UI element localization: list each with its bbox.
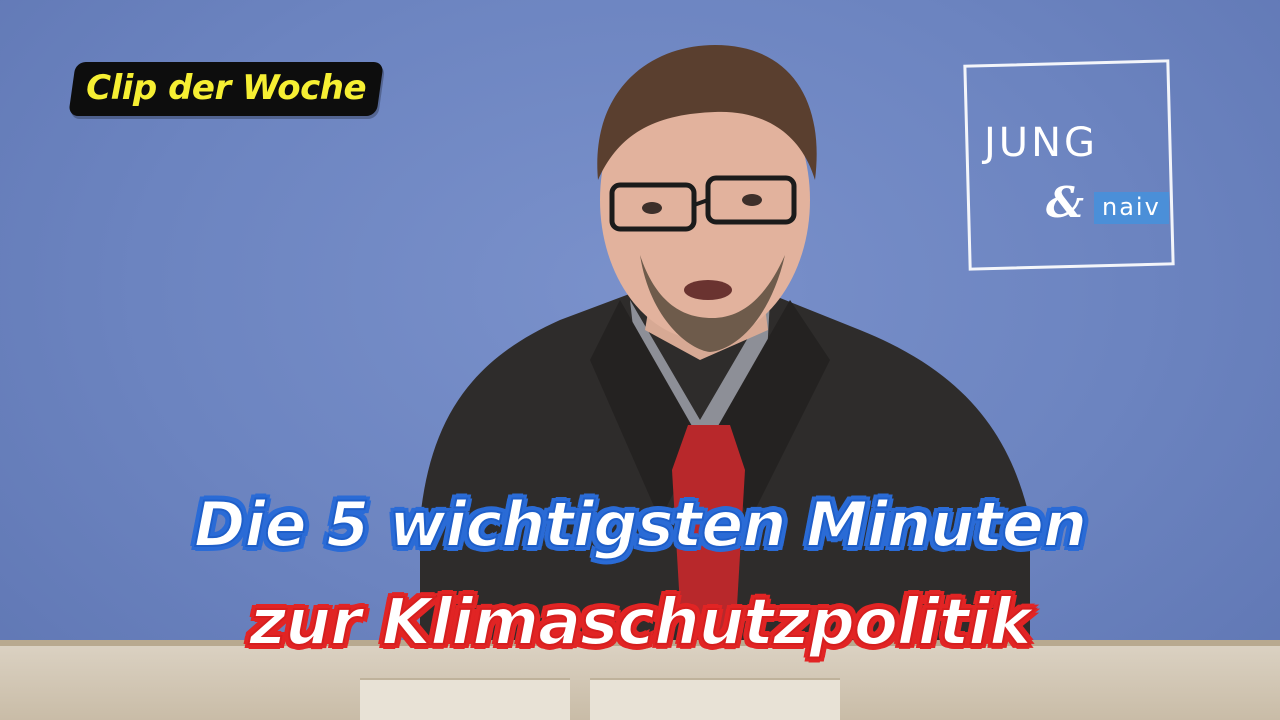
headline-line-1: Die 5 wichtigsten Minuten	[193, 487, 1088, 562]
logo-word-naiv: naiv	[1094, 192, 1169, 225]
clip-of-the-week-badge: Clip der Woche	[68, 62, 384, 116]
logo-ampersand: &	[1046, 178, 1084, 227]
clip-label-text: Clip der Woche	[86, 68, 366, 108]
thumbnail-scene: Clip der Woche JUNG & naiv Die 5 wichtig…	[0, 0, 1280, 720]
desk-panel	[590, 678, 840, 720]
desk-panel	[360, 678, 570, 720]
logo-word-jung: JUNG	[984, 120, 1098, 166]
headline-line-2: zur Klimaschutzpolitik	[248, 585, 1033, 661]
jung-naiv-logo: JUNG & naiv	[963, 59, 1178, 271]
